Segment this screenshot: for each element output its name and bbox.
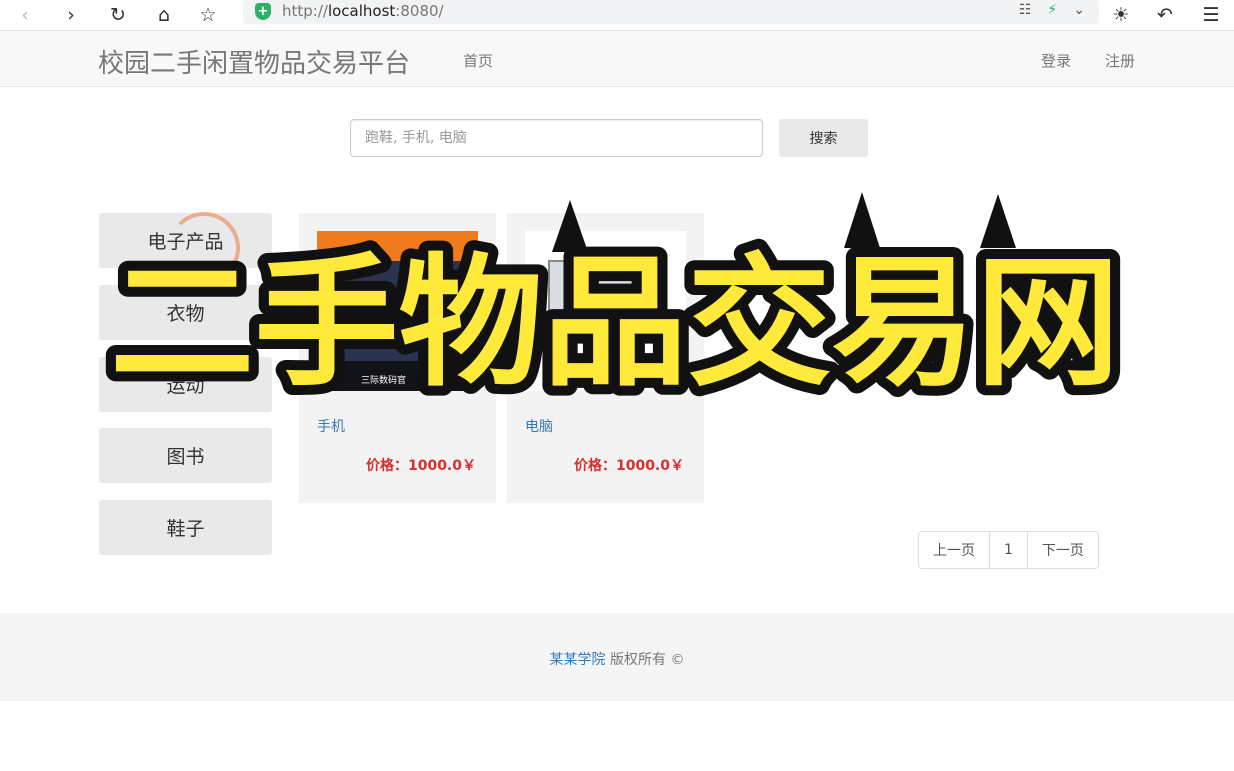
site-footer: 某某学院 版权所有 © [0,613,1234,701]
reload-icon[interactable]: ↻ [105,2,131,28]
category-books[interactable]: 图书 [99,428,272,483]
search-input[interactable] [350,119,763,157]
pagination: 上一页 1 下一页 [918,531,1099,569]
sun-icon[interactable]: ☀ [1108,2,1134,28]
bookmark-star-icon[interactable]: ☆ [195,2,221,28]
page-number-1[interactable]: 1 [989,532,1027,568]
category-clothing[interactable]: 衣物 [99,285,272,340]
footer-school-link[interactable]: 某某学院 [550,652,606,668]
product-price: 价格：1000.0￥ [365,458,476,474]
nav-home-link[interactable]: 首页 [463,50,493,71]
address-bar[interactable]: + http://localhost:8080/ ☷ ⚡ ⌄ [243,0,1099,24]
product-name[interactable]: 手机 [317,416,345,436]
product-name[interactable]: 电脑 [525,416,553,436]
loading-spinner-icon [168,212,240,284]
secure-shield-icon: + [255,3,271,20]
forward-icon[interactable]: › [58,2,84,28]
product-price: 价格：1000.0￥ [573,458,684,474]
category-shoes[interactable]: 鞋子 [99,500,272,555]
next-page-button[interactable]: 下一页 [1026,532,1098,568]
chevron-down-icon[interactable]: ⌄ [1073,2,1085,18]
footer-rights: 版权所有 © [610,652,685,668]
product-image[interactable] [525,231,686,391]
category-sports[interactable]: 运动 [99,357,272,412]
url-port-path: :8080/ [395,2,444,20]
search-button[interactable]: 搜索 [779,119,868,157]
back-icon[interactable]: ‹ [12,2,38,28]
brand-title[interactable]: 校园二手闲置物品交易平台 [98,43,410,80]
register-link[interactable]: 注册 [1105,50,1135,71]
footer-copyright: 某某学院 版权所有 © [0,649,1234,669]
qr-code-icon[interactable]: ☷ [1019,2,1032,18]
product-card[interactable]: 电脑 价格：1000.0￥ [507,213,704,503]
address-url[interactable]: http://localhost:8080/ [282,2,444,20]
url-scheme: http:// [282,2,328,20]
browser-toolbar: ‹ › ↻ ⌂ ☆ + http://localhost:8080/ ☷ ⚡ ⌄… [0,0,1234,31]
undo-icon[interactable]: ↶ [1152,2,1178,28]
lightning-icon[interactable]: ⚡ [1047,2,1057,18]
login-link[interactable]: 登录 [1041,50,1071,71]
product-image[interactable]: 三际数码官 [317,231,478,391]
product-image-caption: 三际数码官 [361,376,407,386]
prev-page-button[interactable]: 上一页 [919,532,989,568]
menu-icon[interactable]: ☰ [1198,2,1224,28]
url-host: localhost [327,2,396,20]
product-card[interactable]: 三际数码官 手机 价格：1000.0￥ [299,213,496,503]
home-icon[interactable]: ⌂ [151,2,177,28]
site-navbar: 校园二手闲置物品交易平台 首页 登录 注册 [0,31,1234,87]
